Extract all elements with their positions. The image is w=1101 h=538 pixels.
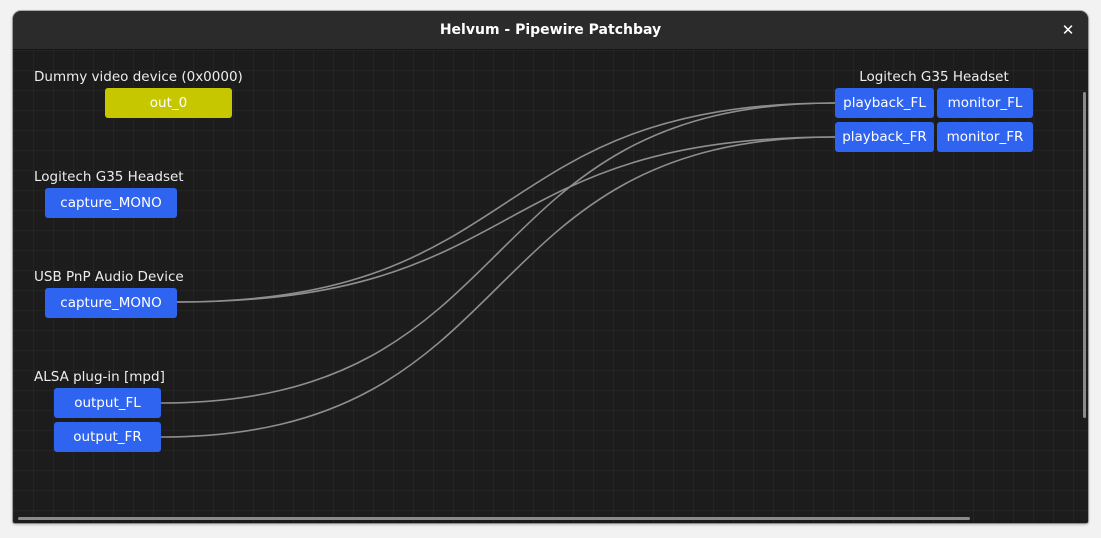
link: [176, 136, 836, 303]
port-out-0[interactable]: out_0: [105, 88, 232, 118]
links-layer: [160, 102, 836, 438]
port-playback-fl[interactable]: playback_FL: [835, 88, 934, 118]
close-icon: ✕: [1061, 21, 1075, 39]
app-window: Helvum - Pipewire Patchbay ✕ Dummy video…: [13, 11, 1088, 523]
port-usb-capture-mono[interactable]: capture_MONO: [45, 288, 177, 318]
patchbay-canvas[interactable]: Dummy video device (0x0000) out_0 Logite…: [13, 50, 1088, 523]
node-title-dummy-video: Dummy video device (0x0000): [34, 69, 243, 85]
vertical-scrollbar[interactable]: [1083, 92, 1086, 418]
port-monitor-fl[interactable]: monitor_FL: [937, 88, 1033, 118]
port-playback-fr[interactable]: playback_FR: [835, 122, 934, 152]
link: [160, 102, 836, 404]
node-title-usb-pnp: USB PnP Audio Device: [34, 269, 184, 285]
close-button[interactable]: ✕: [1056, 18, 1080, 42]
titlebar[interactable]: Helvum - Pipewire Patchbay ✕: [13, 11, 1088, 50]
node-title-g35-playback: Logitech G35 Headset: [859, 69, 1009, 85]
horizontal-scrollbar[interactable]: [18, 517, 970, 520]
link: [160, 136, 836, 438]
port-output-fl[interactable]: output_FL: [54, 388, 161, 418]
node-title-g35-capture: Logitech G35 Headset: [34, 169, 184, 185]
port-g35-capture-mono[interactable]: capture_MONO: [45, 188, 177, 218]
node-title-alsa-mpd: ALSA plug-in [mpd]: [34, 369, 165, 385]
port-output-fr[interactable]: output_FR: [54, 422, 161, 452]
window-title: Helvum - Pipewire Patchbay: [439, 22, 662, 38]
port-monitor-fr[interactable]: monitor_FR: [937, 122, 1033, 152]
link: [176, 102, 836, 303]
